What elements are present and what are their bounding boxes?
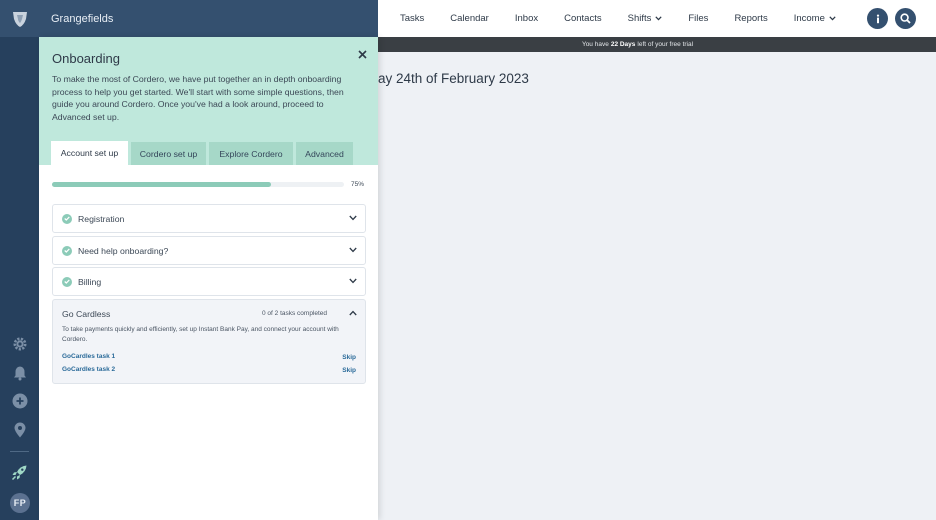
section-go-cardless: Go Cardless 0 of 2 tasks completed To ta… xyxy=(52,299,366,384)
nav-item-shifts[interactable]: Shifts xyxy=(628,13,663,24)
check-circle-icon xyxy=(62,213,72,224)
task-link-2[interactable]: GoCardles task 2 xyxy=(62,366,115,373)
tab-advanced[interactable]: Advanced xyxy=(296,142,353,165)
section-label: Registration xyxy=(78,213,125,224)
rocket-icon xyxy=(11,465,27,480)
logo-icon xyxy=(12,11,27,27)
user-avatar[interactable]: FP xyxy=(10,493,30,513)
onboarding-progress-bar xyxy=(52,182,344,187)
section-label: Billing xyxy=(78,276,102,287)
close-button[interactable] xyxy=(355,47,369,61)
add-button[interactable] xyxy=(0,389,39,413)
section-label: Need help onboarding? xyxy=(78,245,169,256)
section-billing[interactable]: Billing xyxy=(52,267,366,296)
nav-item-tasks[interactable]: Tasks xyxy=(400,13,424,24)
task-count: 0 of 2 tasks completed xyxy=(262,310,328,317)
chevron-down-icon xyxy=(655,16,663,21)
section-need-help-onboarding[interactable]: Need help onboarding? xyxy=(52,236,366,265)
go-cardless-title[interactable]: Go Cardless xyxy=(62,309,110,319)
progress-fill xyxy=(52,182,271,187)
onboarding-panel: Onboarding To make the most of Cordero, … xyxy=(39,37,378,520)
chevron-up-icon[interactable] xyxy=(349,310,357,316)
skip-button-2[interactable]: Skip xyxy=(342,367,356,374)
trial-days: 22 Days xyxy=(610,41,636,48)
nav-item-inbox[interactable]: Inbox xyxy=(515,13,538,24)
settings-button[interactable] xyxy=(0,332,39,356)
go-cardless-description: To take payments quickly and efficiently… xyxy=(62,326,339,343)
nav-item-calendar[interactable]: Calendar xyxy=(450,13,489,24)
nav-item-contacts[interactable]: Contacts xyxy=(564,13,602,24)
search-icon xyxy=(900,13,911,24)
main-nav: Tasks Calendar Inbox Contacts Shifts Fil… xyxy=(400,0,862,37)
chevron-down-icon xyxy=(349,247,357,253)
close-icon xyxy=(357,49,367,59)
chevron-down-icon xyxy=(829,16,836,21)
page-heading: ay 24th of February 2023 xyxy=(378,71,529,86)
org-name-bar[interactable]: Grangefields xyxy=(39,0,378,37)
skip-button-1[interactable]: Skip xyxy=(342,354,356,361)
info-icon xyxy=(876,14,879,23)
tab-cordero-set-up[interactable]: Cordero set up xyxy=(131,142,206,165)
rail-divider xyxy=(10,451,29,452)
trial-suffix: left of your free trial xyxy=(637,41,694,48)
progress-percent: 75% xyxy=(351,181,365,188)
gear-icon xyxy=(13,337,26,351)
nav-item-reports[interactable]: Reports xyxy=(734,13,767,24)
onboarding-button[interactable] xyxy=(0,460,39,484)
chevron-down-icon xyxy=(349,278,357,284)
check-circle-icon xyxy=(62,276,72,287)
info-button[interactable] xyxy=(867,8,888,29)
nav-item-income[interactable]: Income xyxy=(794,13,836,24)
section-registration[interactable]: Registration xyxy=(52,204,366,233)
chevron-down-icon xyxy=(349,215,357,221)
left-rail: FP xyxy=(0,0,39,520)
task-link-1[interactable]: GoCardles task 1 xyxy=(62,353,115,360)
app-logo[interactable] xyxy=(0,0,39,37)
notifications-button[interactable] xyxy=(0,361,39,385)
location-pin-icon xyxy=(14,422,25,438)
search-button[interactable] xyxy=(895,8,916,29)
top-bar: Grangefields Tasks Calendar Inbox Contac… xyxy=(39,0,936,37)
location-button[interactable] xyxy=(0,418,39,442)
onboarding-header: Onboarding To make the most of Cordero, … xyxy=(39,37,378,165)
tab-explore-cordero[interactable]: Explore Cordero xyxy=(209,142,293,165)
onboarding-tabs: Account set up Cordero set up Explore Co… xyxy=(51,141,356,165)
trial-prefix: You have xyxy=(581,41,609,48)
nav-item-files[interactable]: Files xyxy=(688,13,708,24)
onboarding-title: Onboarding xyxy=(52,51,120,66)
onboarding-description: To make the most of Cordero, we have put… xyxy=(52,74,344,122)
plus-circle-icon xyxy=(12,393,27,409)
check-circle-icon xyxy=(62,245,72,256)
org-name: Grangefields xyxy=(51,12,114,25)
tab-account-set-up[interactable]: Account set up xyxy=(51,141,128,165)
bell-icon xyxy=(13,366,26,381)
